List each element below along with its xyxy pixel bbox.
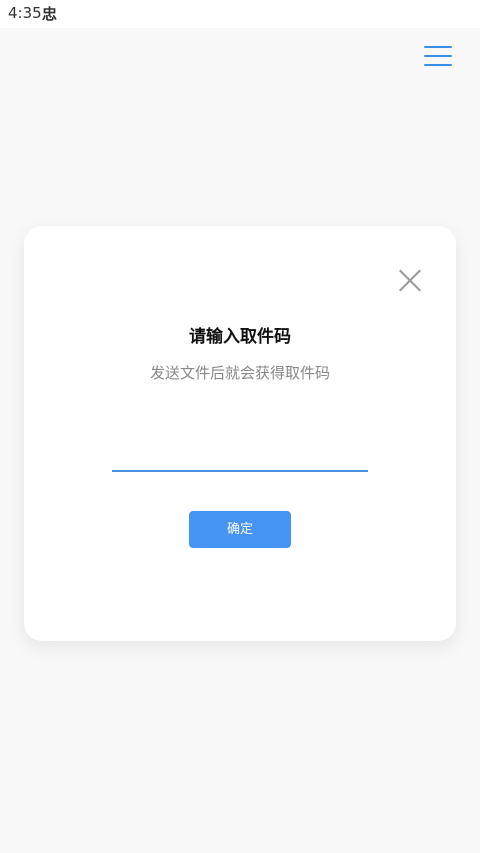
menu-line	[424, 64, 452, 66]
status-time: 4:35	[8, 4, 42, 22]
confirm-button[interactable]: 确定	[189, 511, 291, 548]
notification-icon: 忠	[42, 5, 58, 23]
dialog-title: 请输入取件码	[189, 327, 291, 347]
dialog-subtitle: 发送文件后就会获得取件码	[149, 364, 330, 382]
pickup-code-dialog: 请输入取件码 发送文件后就会获得取件码 确定	[24, 226, 456, 641]
hamburger-menu-icon[interactable]	[424, 44, 454, 68]
close-icon[interactable]	[398, 268, 422, 292]
pickup-code-input[interactable]	[112, 436, 368, 472]
menu-line	[424, 55, 452, 57]
status-bar: 4:35 忠	[0, 0, 480, 28]
menu-line	[424, 46, 452, 48]
